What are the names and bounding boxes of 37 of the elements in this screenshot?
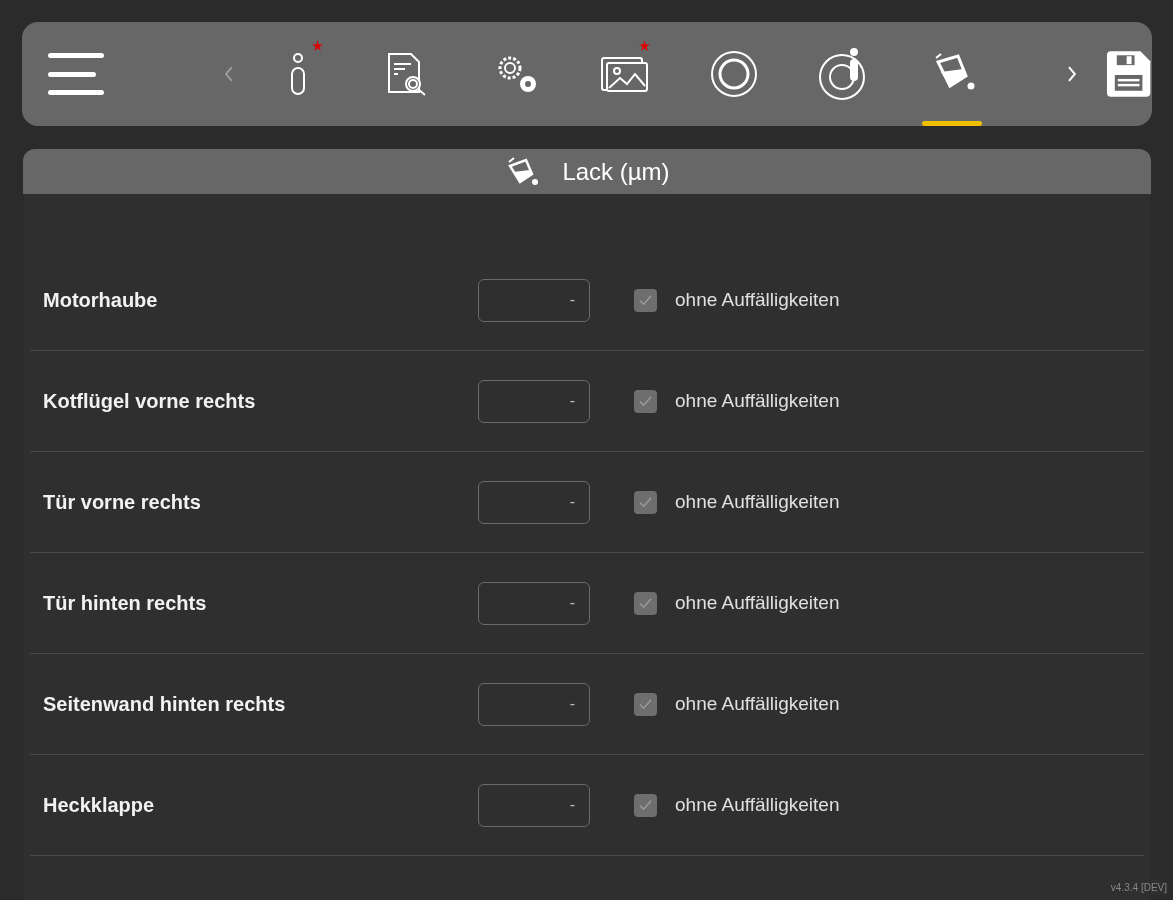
input-field[interactable]: - — [478, 581, 590, 625]
checkbox-label: ohne Auffälligkeiten — [675, 388, 840, 413]
input-field[interactable]: - — [478, 379, 590, 423]
checkbox[interactable] — [634, 793, 657, 817]
check-icon — [638, 797, 653, 813]
checkbox[interactable] — [634, 288, 657, 312]
row-label: Tür hinten rechts — [43, 591, 208, 616]
input-field[interactable]: - — [478, 783, 590, 827]
checkbox-label: ohne Auffälligkeiten — [675, 691, 840, 716]
check-icon — [638, 595, 653, 611]
checkbox-label: ohne Auffälligkeiten — [675, 287, 840, 312]
checkbox-label: ohne Auffälligkeiten — [675, 489, 840, 514]
input-field[interactable]: - — [478, 480, 590, 524]
menu-icon[interactable] — [48, 53, 104, 95]
row-label: Seitenwand hinten rechts — [43, 692, 287, 717]
selected-indicator — [921, 121, 982, 126]
checkbox[interactable] — [634, 490, 657, 514]
check-icon — [638, 696, 653, 712]
checkbox-label: ohne Auffälligkeiten — [675, 792, 840, 817]
section-title: Lack (µm) — [562, 156, 670, 187]
check-icon — [638, 292, 653, 308]
images-icon — [600, 54, 651, 94]
row-label: Tür vorne rechts — [43, 490, 202, 515]
checkbox-label: ohne Auffälligkeiten — [675, 590, 840, 615]
row-label: Motorhaube — [43, 288, 159, 313]
chevron-right-icon[interactable] — [1066, 65, 1077, 83]
row-label: Heckklappe — [43, 793, 156, 818]
row-label: Kotflügel vorne rechts — [43, 389, 257, 414]
ring-icon — [710, 50, 759, 98]
input-field[interactable]: - — [478, 278, 590, 322]
check-icon — [638, 393, 653, 409]
checkbox[interactable] — [634, 389, 657, 413]
checkbox[interactable] — [634, 692, 657, 716]
check-icon — [638, 494, 653, 510]
checkbox[interactable] — [634, 591, 657, 615]
input-field[interactable]: - — [478, 682, 590, 726]
version-label: v4.3.4 [DEV] — [1110, 880, 1167, 895]
